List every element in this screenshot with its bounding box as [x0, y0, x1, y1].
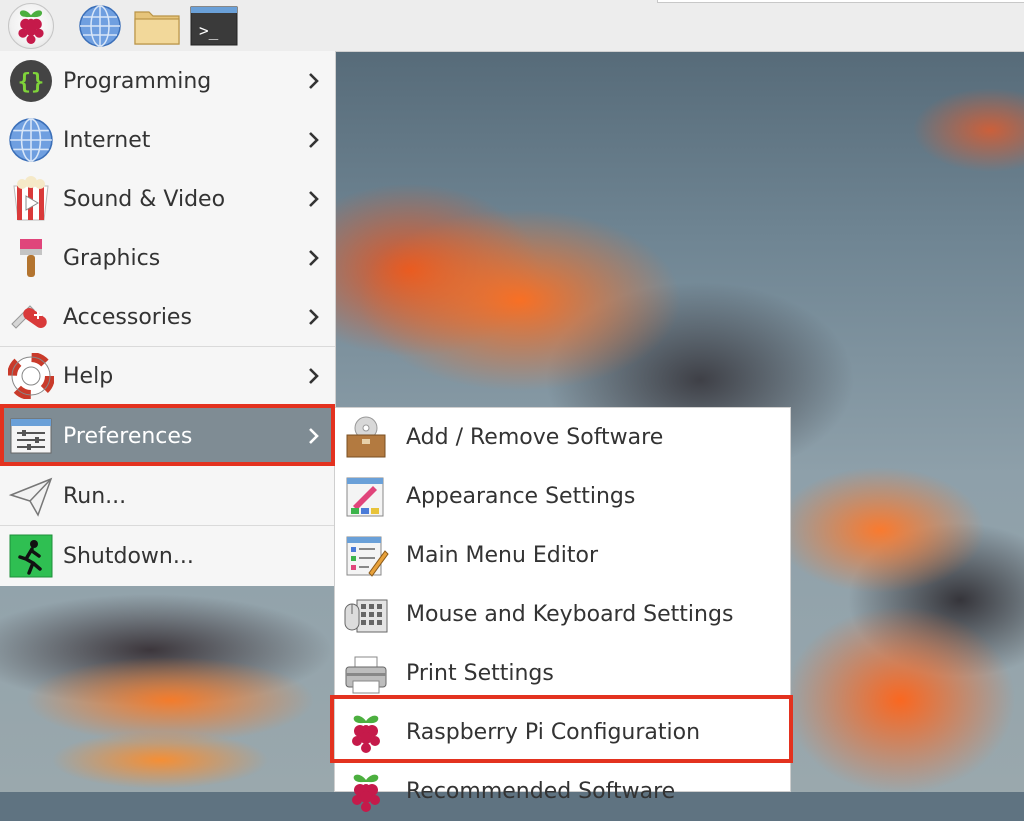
chevron-right-icon [307, 367, 321, 385]
preferences-submenu: Add / Remove Software Appearance Setting… [334, 407, 791, 812]
submenu-item-main-menu-editor[interactable]: Main Menu Editor [335, 526, 790, 585]
appearance-icon [343, 474, 389, 520]
lifebuoy-icon [7, 352, 55, 400]
submenu-item-mouse-keyboard-settings[interactable]: Mouse and Keyboard Settings [335, 585, 790, 644]
menu-item-label: Graphics [63, 245, 161, 271]
menu-editor-icon [343, 533, 389, 579]
chevron-right-icon [307, 427, 321, 445]
submenu-item-print-settings[interactable]: Print Settings [335, 644, 790, 703]
programming-icon: {} [8, 58, 54, 104]
mouse-keyboard-icon [343, 592, 389, 638]
menu-separator [0, 525, 335, 526]
menu-item-shutdown[interactable]: Shutdown... [0, 527, 335, 585]
chevron-right-icon [307, 249, 321, 267]
menu-item-label: Help [63, 363, 114, 389]
menu-item-label: Sound & Video [63, 186, 226, 212]
chevron-right-icon [307, 190, 321, 208]
menu-separator [0, 405, 335, 406]
submenu-item-raspberry-pi-configuration[interactable]: Raspberry Pi Configuration [335, 703, 790, 762]
menu-item-accessories[interactable]: Accessories [0, 288, 335, 346]
menu-item-programming[interactable]: {} Programming [0, 52, 335, 110]
submenu-item-add-remove-software[interactable]: Add / Remove Software [335, 408, 790, 467]
raspberry-pi-icon[interactable] [8, 3, 54, 49]
menu-item-label: Internet [63, 127, 151, 153]
paper-plane-icon [8, 473, 54, 519]
window-edge [657, 0, 1024, 3]
menu-item-label: Preferences [63, 423, 193, 449]
package-icon [343, 415, 389, 461]
globe-icon [8, 117, 54, 163]
taskbar: >_ [0, 0, 1024, 52]
submenu-item-label: Mouse and Keyboard Settings [406, 602, 734, 627]
chevron-right-icon [307, 131, 321, 149]
menu-item-internet[interactable]: Internet [0, 111, 335, 169]
submenu-item-label: Raspberry Pi Configuration [406, 720, 701, 745]
menu-item-label: Run... [63, 483, 127, 509]
svg-text:{}: {} [18, 70, 45, 95]
folder-icon[interactable] [133, 4, 180, 48]
submenu-item-label: Add / Remove Software [406, 425, 664, 450]
globe-icon[interactable] [78, 4, 122, 48]
swiss-knife-icon [8, 294, 54, 340]
paintbrush-icon [8, 235, 54, 281]
terminal-glyph: >_ [199, 21, 219, 40]
menu-item-run[interactable]: Run... [0, 467, 335, 525]
terminal-icon[interactable]: >_ [190, 4, 238, 48]
preferences-icon [8, 413, 54, 459]
menu-item-label: Shutdown... [63, 543, 194, 569]
chevron-right-icon [307, 72, 321, 90]
menu-item-graphics[interactable]: Graphics [0, 229, 335, 287]
submenu-item-label: Appearance Settings [406, 484, 636, 509]
raspberry-pi-icon [343, 710, 389, 756]
menu-item-label: Accessories [63, 304, 192, 330]
menu-item-preferences[interactable]: Preferences [0, 407, 335, 465]
main-menu: {} Programming Internet Sound & Video Gr… [0, 51, 336, 586]
menu-item-help[interactable]: Help [0, 347, 335, 405]
menu-item-sound-video[interactable]: Sound & Video [0, 170, 335, 228]
submenu-item-appearance-settings[interactable]: Appearance Settings [335, 467, 790, 526]
chevron-right-icon [307, 308, 321, 326]
exit-icon [8, 533, 54, 579]
popcorn-icon [8, 176, 54, 222]
menu-item-label: Programming [63, 68, 212, 94]
submenu-item-label: Main Menu Editor [406, 543, 599, 568]
printer-icon [343, 651, 389, 697]
submenu-item-label: Print Settings [406, 661, 554, 686]
